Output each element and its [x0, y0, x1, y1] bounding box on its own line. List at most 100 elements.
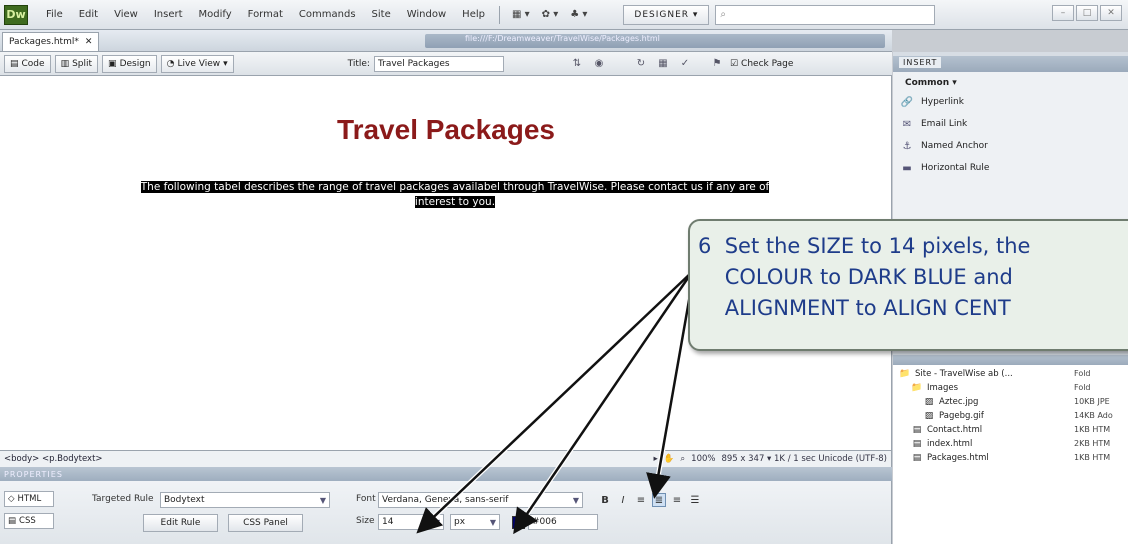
- insert-category-select[interactable]: Common ▾: [905, 78, 957, 88]
- selected-body-text[interactable]: The following tabel describes the range …: [30, 180, 880, 210]
- html-mode-button[interactable]: ◇ HTML: [4, 491, 54, 507]
- menu-edit[interactable]: Edit: [71, 9, 106, 20]
- file-row[interactable]: ▤ Packages.html 1KB HTM: [911, 451, 1128, 464]
- file-row[interactable]: ▨ Pagebg.gif 14KB Ado: [923, 409, 1128, 422]
- file-row[interactable]: 📁 Site - TravelWise ab (... Fold: [899, 367, 1128, 380]
- align-center-icon[interactable]: ≣: [652, 493, 666, 507]
- zoom-level[interactable]: 100%: [691, 454, 715, 464]
- validate-icon[interactable]: ✓: [676, 56, 694, 72]
- files-panel-header: [893, 355, 1128, 365]
- title-label: Title:: [347, 58, 370, 69]
- hand-tool-icon[interactable]: ✋: [664, 454, 675, 464]
- split-view-button[interactable]: ▥ Split: [54, 54, 99, 73]
- insert-horizontal-rule[interactable]: ▬ Horizontal Rule: [899, 158, 989, 178]
- visual-aids-icon[interactable]: ▦: [654, 56, 672, 72]
- align-justify-icon[interactable]: ☰: [688, 493, 702, 507]
- file-row[interactable]: 📁 Images Fold: [911, 381, 1128, 394]
- file-size: 10KB JPE: [1074, 397, 1110, 406]
- css-panel-button[interactable]: CSS Panel: [228, 514, 303, 532]
- close-icon[interactable]: ✕: [1100, 5, 1122, 21]
- body-text-line-1: The following tabel describes the range …: [140, 181, 770, 193]
- design-view-button[interactable]: ▣ Design: [102, 54, 157, 73]
- title-field[interactable]: Travel Packages: [373, 55, 504, 72]
- code-label: Code: [21, 58, 45, 69]
- code-view-button[interactable]: ▤ Code: [4, 54, 51, 73]
- live-view-button[interactable]: ◔ Live View ▾: [160, 54, 234, 73]
- menu-modify[interactable]: Modify: [191, 9, 240, 20]
- menu-separator: [498, 5, 500, 24]
- menu-window[interactable]: Window: [399, 9, 454, 20]
- targeted-rule-label: Targeted Rule: [92, 494, 154, 504]
- html-file-icon: ▤: [912, 452, 922, 463]
- font-select[interactable]: Verdana, Geneva, sans-serif ▼: [378, 492, 583, 508]
- design-icon: ▣: [108, 58, 117, 69]
- browser-compat-icon[interactable]: ⚑: [708, 56, 726, 72]
- insert-hyperlink[interactable]: 🔗 Hyperlink: [899, 92, 964, 112]
- file-row[interactable]: ▤ Contact.html 1KB HTM: [911, 423, 1128, 436]
- insert-email-label: Email Link: [921, 119, 968, 129]
- insert-panel-tab[interactable]: INSERT: [893, 56, 1128, 72]
- check-page-icon: ☑: [729, 58, 739, 69]
- image-file-icon: ▨: [924, 410, 934, 421]
- insert-panel: Common ▾ 🔗 Hyperlink ✉ Email Link ⚓ Named A…: [893, 72, 1128, 242]
- file-name: Pagebg.gif: [939, 410, 984, 421]
- bold-button[interactable]: B: [598, 493, 612, 507]
- css-mode-button[interactable]: ▤ CSS: [4, 513, 54, 529]
- file-row[interactable]: ▤ index.html 2KB HTM: [911, 437, 1128, 450]
- size-select[interactable]: 14 ▼: [378, 514, 444, 530]
- file-size: Fold: [1074, 369, 1091, 378]
- tag-selector[interactable]: <body> <p.Bodytext>: [4, 454, 103, 464]
- size-label: Size: [356, 516, 375, 526]
- targeted-rule-select[interactable]: Bodytext ▼: [160, 492, 330, 508]
- size-unit-value: px: [454, 517, 466, 527]
- menu-insert[interactable]: Insert: [146, 9, 191, 20]
- site-icon[interactable]: ♣ ▾: [564, 9, 593, 20]
- color-hex-field[interactable]: #006: [528, 514, 598, 530]
- size-value: 14: [382, 517, 394, 527]
- folder-icon: 📁: [911, 382, 923, 393]
- menu-file[interactable]: File: [38, 9, 71, 20]
- document-tab-bar: Packages.html* ✕ file:///F:/Dreamweaver/…: [0, 30, 892, 52]
- design-label: Design: [119, 58, 151, 69]
- anchor-icon: ⚓: [902, 140, 912, 152]
- chevron-down-icon: ▼: [319, 495, 327, 505]
- menu-view[interactable]: View: [106, 9, 146, 20]
- close-tab-icon[interactable]: ✕: [85, 37, 93, 47]
- callout-text: 6 Set the SIZE to 14 pixels, the COLOUR …: [698, 234, 1031, 320]
- file-name: index.html: [927, 438, 973, 449]
- edit-rule-button[interactable]: Edit Rule: [143, 514, 218, 532]
- zoom-tool-icon[interactable]: ⌕: [680, 454, 685, 464]
- minimize-icon[interactable]: –: [1052, 5, 1074, 21]
- menu-commands[interactable]: Commands: [291, 9, 364, 20]
- horizontal-rule-icon: ▬: [902, 162, 912, 174]
- select-tool-icon[interactable]: ▸: [654, 454, 658, 464]
- file-size: 1KB HTM: [1074, 453, 1111, 462]
- menu-format[interactable]: Format: [240, 9, 291, 20]
- menu-help[interactable]: Help: [454, 9, 493, 20]
- file-name: Images: [927, 382, 959, 393]
- split-label: Split: [72, 58, 93, 69]
- file-management-icon[interactable]: ⇅: [568, 56, 586, 72]
- search-input[interactable]: ⌕: [715, 4, 936, 25]
- insert-named-anchor[interactable]: ⚓ Named Anchor: [899, 136, 988, 156]
- workspace-switcher[interactable]: DESIGNER ▾: [623, 4, 710, 25]
- size-unit-select[interactable]: px ▼: [450, 514, 500, 530]
- insert-email-link[interactable]: ✉ Email Link: [899, 114, 967, 134]
- maximize-icon[interactable]: □: [1076, 5, 1098, 21]
- italic-button[interactable]: I: [616, 493, 630, 507]
- file-row[interactable]: ▨ Aztec.jpg 10KB JPE: [923, 395, 1128, 408]
- align-right-icon[interactable]: ≡: [670, 493, 684, 507]
- insert-rule-label: Horizontal Rule: [921, 163, 990, 173]
- css-mode-label: CSS: [19, 516, 36, 526]
- layout-icon[interactable]: ▦ ▾: [506, 9, 536, 20]
- color-swatch[interactable]: [512, 516, 525, 529]
- refresh-icon[interactable]: ↻: [632, 56, 650, 72]
- document-tab[interactable]: Packages.html* ✕: [2, 32, 100, 51]
- preview-icon[interactable]: ◉: [590, 56, 608, 72]
- check-page-button[interactable]: ☑ Check Page: [730, 59, 793, 69]
- files-panel: 📁 Site - TravelWise ab (... Fold 📁 Images Fo…: [893, 365, 1128, 544]
- extend-icon[interactable]: ✿ ▾: [536, 9, 565, 20]
- font-label: Font: [356, 494, 376, 504]
- menu-site[interactable]: Site: [364, 9, 399, 20]
- align-left-icon[interactable]: ≡: [634, 493, 648, 507]
